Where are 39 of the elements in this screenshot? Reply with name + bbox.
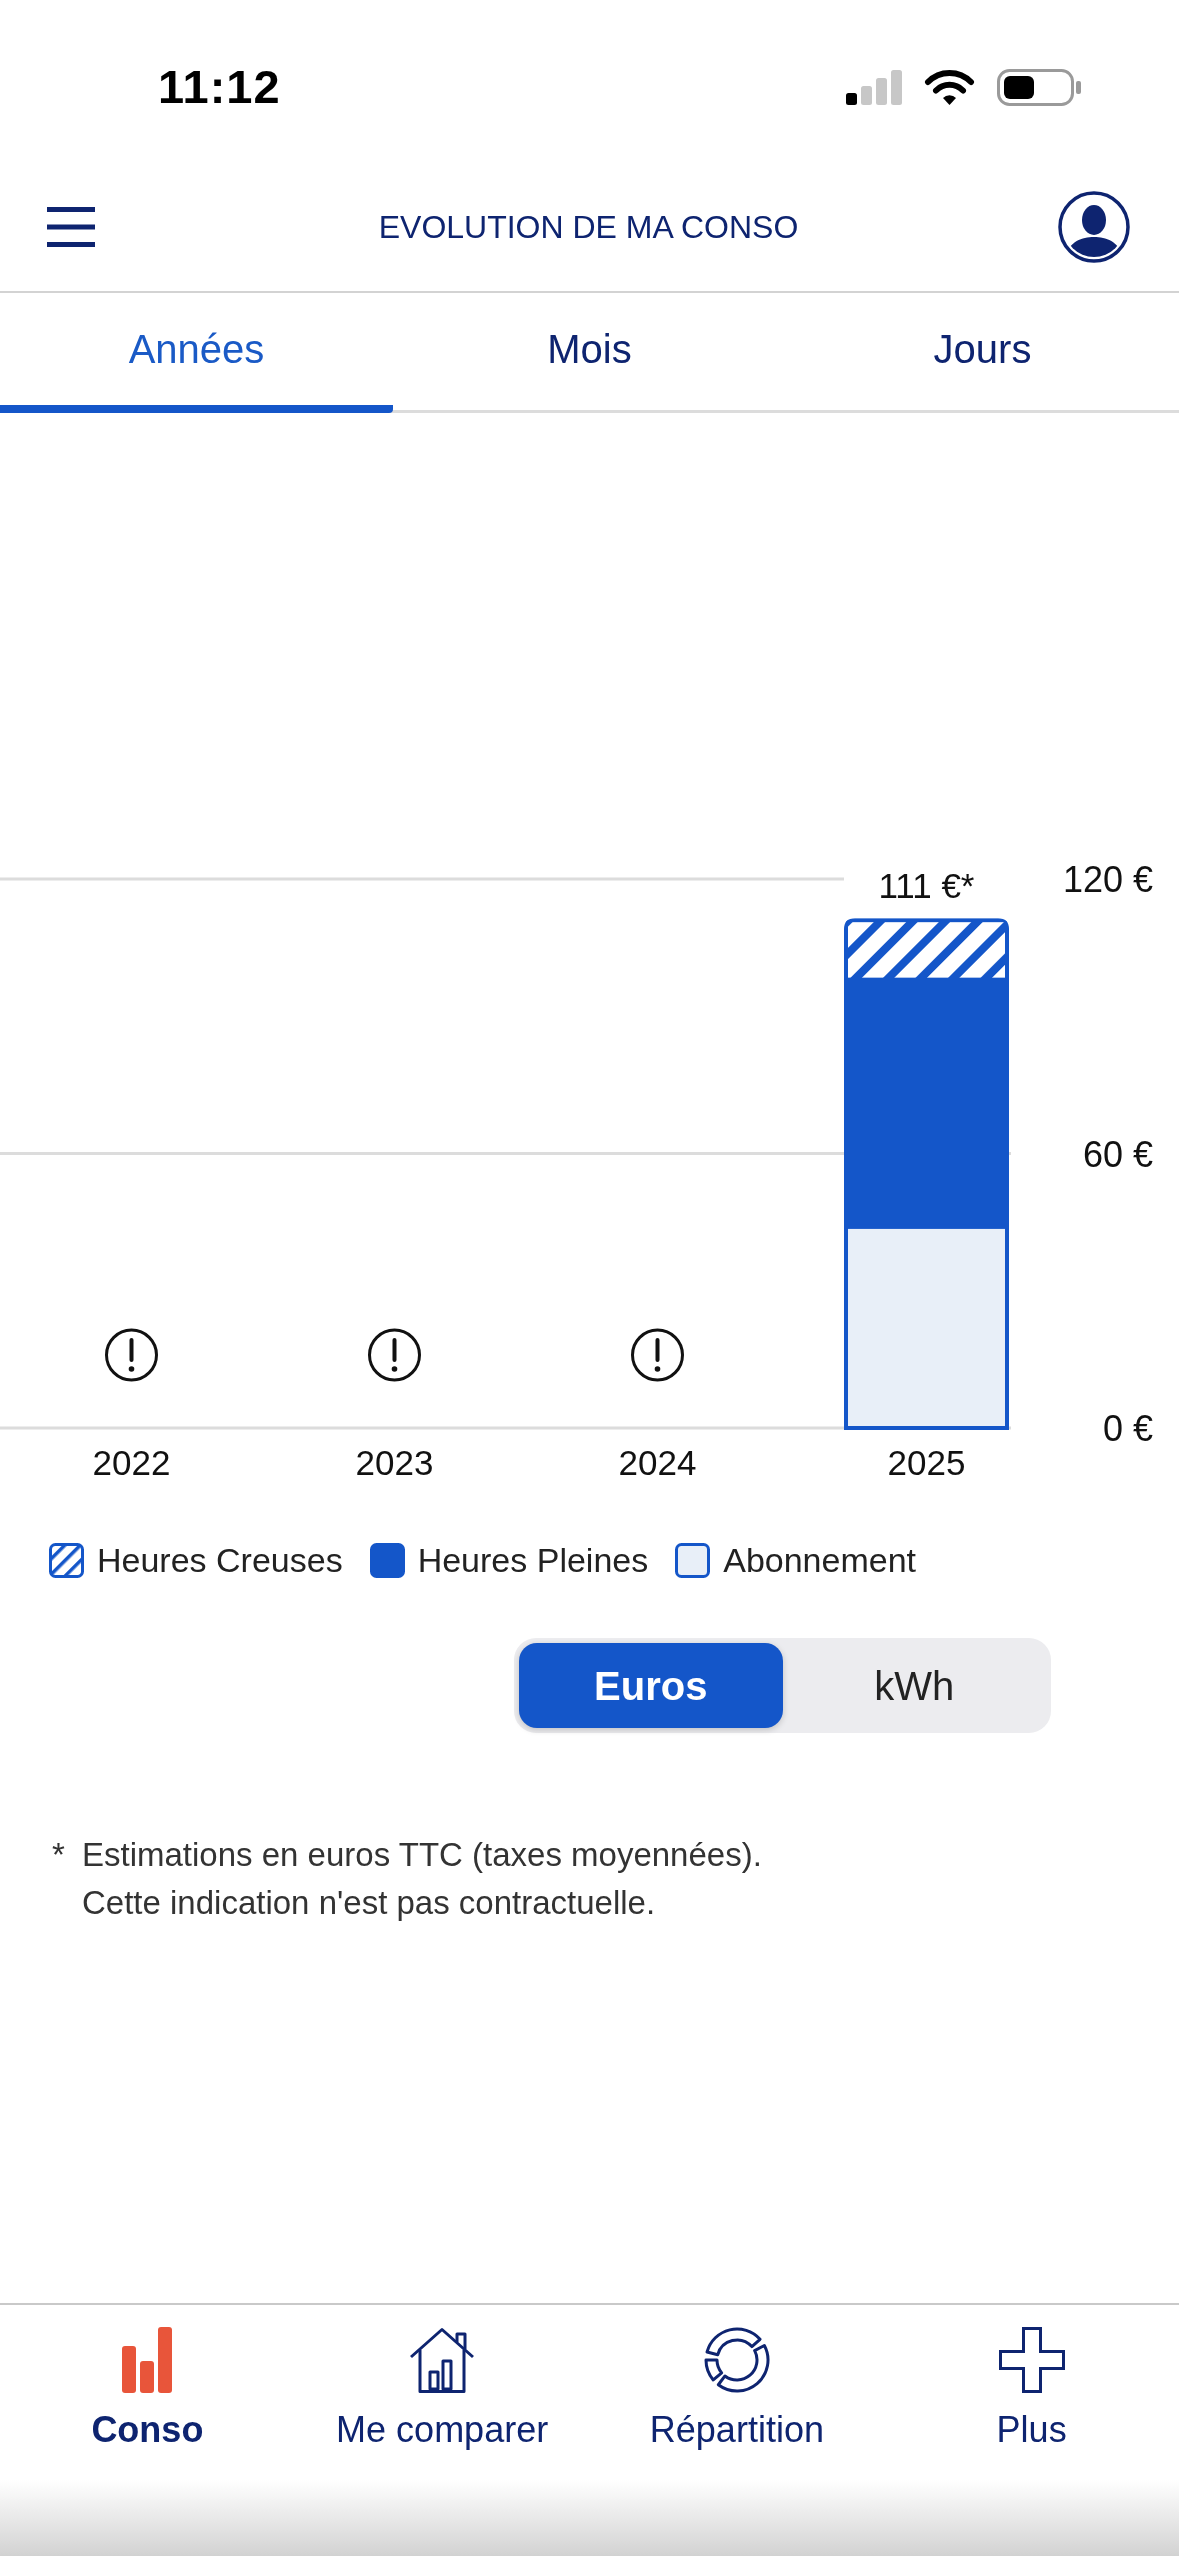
ring-icon — [703, 2327, 770, 2393]
tab[interactable]: Jours — [786, 293, 1179, 413]
legend-swatch-icon — [675, 1542, 711, 1578]
legend-swatch-icon — [49, 1542, 84, 1578]
page-title: EVOLUTION DE MA CONSO — [378, 208, 799, 247]
y-axis-label: 120 € — [1062, 859, 1153, 900]
status-time: 11:12 — [158, 62, 281, 112]
warning-icon — [631, 1328, 684, 1382]
menu-icon[interactable] — [47, 207, 95, 247]
x-axis-label: 2022 — [92, 1443, 171, 1482]
legend-label: Heures Pleines — [417, 1540, 649, 1580]
y-axis-label: 60 € — [1082, 1133, 1153, 1175]
signal-icon — [846, 69, 902, 105]
house-chart-icon — [409, 2327, 476, 2393]
tab-bar-item[interactable]: Conso — [0, 2305, 295, 2480]
legend-label: Heures Creuses — [97, 1540, 343, 1580]
legend-label: Abonnement — [723, 1540, 917, 1580]
wifi-icon — [924, 68, 975, 106]
account-icon[interactable] — [1058, 191, 1130, 263]
y-axis-label: 0 € — [1102, 1408, 1153, 1449]
legend-swatch-icon — [369, 1542, 405, 1578]
tab-bar-item[interactable]: Plus — [884, 2305, 1179, 2480]
x-axis-label: 2023 — [355, 1443, 434, 1482]
footnote-text: Estimations en euros TTC (taxes moyennées). Cette indication n'est pas contractuelle. — [82, 1835, 762, 1923]
tab[interactable]: Années — [0, 293, 393, 413]
unit-option[interactable]: Euros — [519, 1643, 783, 1728]
footnote-marker: * — [52, 1835, 66, 1875]
tab[interactable]: Mois — [393, 293, 786, 413]
bar-chart-icon — [122, 2327, 173, 2393]
unit-option[interactable]: kWh — [782, 1643, 1046, 1728]
value-label: 111 €* — [878, 866, 975, 906]
x-axis-label: 2025 — [887, 1443, 966, 1482]
x-axis-label: 2024 — [618, 1443, 697, 1482]
warning-icon — [105, 1328, 158, 1382]
plus-icon — [998, 2327, 1065, 2393]
tab-bar-item[interactable]: Me comparer — [294, 2305, 590, 2480]
warning-icon — [368, 1328, 421, 1382]
battery-icon — [997, 68, 1081, 106]
tab-bar-item[interactable]: Répartition — [589, 2305, 885, 2480]
